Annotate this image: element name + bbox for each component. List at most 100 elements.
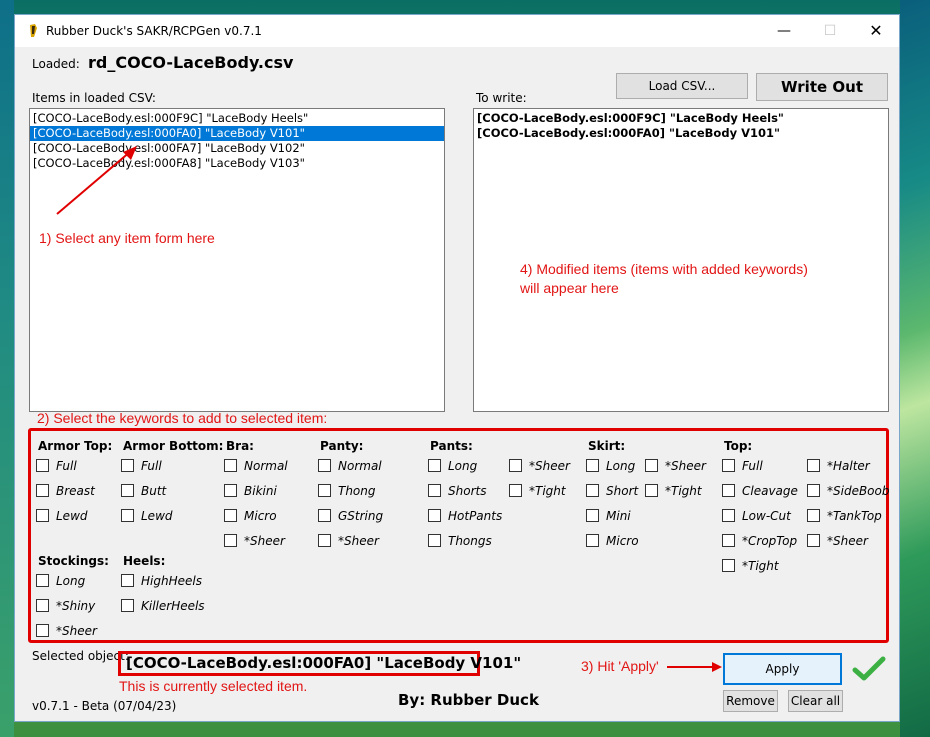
skirt-short-checkbox[interactable]: Short xyxy=(586,483,638,499)
checkbox-icon xyxy=(224,459,237,472)
skirt-tight-checkbox[interactable]: *Tight xyxy=(645,483,702,499)
checkbox-icon xyxy=(224,484,237,497)
panty-normal-checkbox[interactable]: Normal xyxy=(318,458,382,474)
annotation-arrow-right-icon xyxy=(667,662,722,672)
armor-top-lewd-checkbox[interactable]: Lewd xyxy=(36,508,88,524)
checkbox-icon xyxy=(36,574,49,587)
pants-hotpants-checkbox[interactable]: HotPants xyxy=(428,508,502,524)
top-cleavage-checkbox[interactable]: Cleavage xyxy=(722,483,798,499)
stockings-sheer-checkbox[interactable]: *Sheer xyxy=(36,623,97,639)
checkbox-icon xyxy=(586,509,599,522)
top-tanktop-checkbox[interactable]: *TankTop xyxy=(807,508,882,524)
checkbox-icon xyxy=(722,559,735,572)
checkbox-icon xyxy=(645,484,658,497)
top-halter-checkbox[interactable]: *Halter xyxy=(807,458,870,474)
stockings-label: Stockings: xyxy=(38,554,109,568)
armor-bottom-lewd-checkbox[interactable]: Lewd xyxy=(121,508,173,524)
checkbox-icon xyxy=(224,534,237,547)
checkbox-icon xyxy=(722,509,735,522)
checkbox-icon xyxy=(224,509,237,522)
skirt-sheer-checkbox[interactable]: *Sheer xyxy=(645,458,706,474)
bra-sheer-checkbox[interactable]: *Sheer xyxy=(224,533,285,549)
close-button[interactable]: ✕ xyxy=(853,15,899,47)
window-title: Rubber Duck's SAKR/RCPGen v0.7.1 xyxy=(46,24,262,38)
checkbox-icon xyxy=(586,459,599,472)
pants-label: Pants: xyxy=(430,439,473,453)
pants-shorts-checkbox[interactable]: Shorts xyxy=(428,483,486,499)
armor-bottom-butt-checkbox[interactable]: Butt xyxy=(121,483,166,499)
skirt-micro-checkbox[interactable]: Micro xyxy=(586,533,639,549)
armor-top-breast-checkbox[interactable]: Breast xyxy=(36,483,95,499)
top-full-checkbox[interactable]: Full xyxy=(722,458,763,474)
to-write-label: To write: xyxy=(476,91,527,105)
author-label: By: Rubber Duck xyxy=(398,691,539,709)
panty-thong-checkbox[interactable]: Thong xyxy=(318,483,376,499)
top-lowcut-checkbox[interactable]: Low-Cut xyxy=(722,508,791,524)
panty-sheer-checkbox[interactable]: *Sheer xyxy=(318,533,379,549)
step2-annotation: 2) Select the keywords to add to selecte… xyxy=(37,410,328,426)
checkbox-icon xyxy=(121,574,134,587)
pants-long-checkbox[interactable]: Long xyxy=(428,458,477,474)
top-tight-checkbox[interactable]: *Tight xyxy=(722,558,779,574)
top-croptop-checkbox[interactable]: *CropTop xyxy=(722,533,797,549)
pants-tight-checkbox[interactable]: *Tight xyxy=(509,483,566,499)
apply-button[interactable]: Apply xyxy=(723,653,842,685)
write-out-button[interactable]: Write Out xyxy=(756,73,888,101)
list-item[interactable]: [COCO-LaceBody.esl:000FA0] "LaceBody V10… xyxy=(474,126,888,141)
maximize-button[interactable]: ☐ xyxy=(807,15,853,47)
selected-object-value: [COCO-LaceBody.esl:000FA0] "LaceBody V10… xyxy=(118,651,521,676)
checkbox-icon xyxy=(36,509,49,522)
panty-gstring-checkbox[interactable]: GString xyxy=(318,508,383,524)
skirt-label: Skirt: xyxy=(588,439,626,453)
load-csv-button[interactable]: Load CSV... xyxy=(616,73,748,99)
list-item-selected[interactable]: [COCO-LaceBody.esl:000FA0] "LaceBody V10… xyxy=(30,126,444,141)
list-item[interactable]: [COCO-LaceBody.esl:000F9C] "LaceBody Hee… xyxy=(30,111,444,126)
step4-annotation-line1: 4) Modified items (items with added keyw… xyxy=(520,261,808,277)
pants-sheer-checkbox[interactable]: *Sheer xyxy=(509,458,570,474)
checkbox-icon xyxy=(121,509,134,522)
heels-label: Heels: xyxy=(123,554,166,568)
keywords-group-box: Armor Top: Full Breast Lewd Armor Bottom… xyxy=(28,428,889,643)
bra-micro-checkbox[interactable]: Micro xyxy=(224,508,277,524)
checkbox-icon xyxy=(121,484,134,497)
checkbox-icon xyxy=(509,484,522,497)
bra-normal-checkbox[interactable]: Normal xyxy=(224,458,288,474)
checkbox-icon xyxy=(722,534,735,547)
heels-highheels-checkbox[interactable]: HighHeels xyxy=(121,573,202,589)
step1-annotation: 1) Select any item form here xyxy=(39,230,215,246)
armor-bottom-label: Armor Bottom: xyxy=(123,439,224,453)
checkbox-icon xyxy=(36,599,49,612)
armor-top-full-checkbox[interactable]: Full xyxy=(36,458,77,474)
heels-killerheels-checkbox[interactable]: KillerHeels xyxy=(121,598,205,614)
checkbox-icon xyxy=(586,484,599,497)
title-bar[interactable]: Rubber Duck's SAKR/RCPGen v0.7.1 — ☐ ✕ xyxy=(15,15,899,47)
app-window: Rubber Duck's SAKR/RCPGen v0.7.1 — ☐ ✕ L… xyxy=(14,14,900,722)
checkbox-icon xyxy=(428,459,441,472)
version-label: v0.7.1 - Beta (07/04/23) xyxy=(32,699,177,713)
to-write-listbox[interactable]: [COCO-LaceBody.esl:000F9C] "LaceBody Hee… xyxy=(473,108,889,412)
step3-annotation: 3) Hit 'Apply' xyxy=(581,658,659,674)
checkbox-icon xyxy=(509,459,522,472)
desktop-background-left xyxy=(0,0,14,737)
checkbox-icon xyxy=(722,484,735,497)
stockings-long-checkbox[interactable]: Long xyxy=(36,573,85,589)
armor-bottom-full-checkbox[interactable]: Full xyxy=(121,458,162,474)
skirt-long-checkbox[interactable]: Long xyxy=(586,458,635,474)
checkbox-icon xyxy=(722,459,735,472)
step4-annotation-line2: will appear here xyxy=(520,280,619,296)
bra-bikini-checkbox[interactable]: Bikini xyxy=(224,483,277,499)
checkbox-icon xyxy=(36,624,49,637)
annotation-arrow-icon xyxy=(56,146,137,215)
bra-label: Bra: xyxy=(226,439,254,453)
top-sheer-checkbox[interactable]: *Sheer xyxy=(807,533,868,549)
list-item[interactable]: [COCO-LaceBody.esl:000F9C] "LaceBody Hee… xyxy=(474,111,888,126)
top-sideboob-checkbox[interactable]: *SideBoob xyxy=(807,483,889,499)
selected-object-label: Selected object: xyxy=(32,649,129,663)
clear-all-button[interactable]: Clear all xyxy=(788,690,843,712)
stockings-shiny-checkbox[interactable]: *Shiny xyxy=(36,598,95,614)
pants-thongs-checkbox[interactable]: Thongs xyxy=(428,533,492,549)
remove-button[interactable]: Remove xyxy=(723,690,778,712)
skirt-mini-checkbox[interactable]: Mini xyxy=(586,508,631,524)
minimize-button[interactable]: — xyxy=(761,15,807,47)
loaded-filename: rd_COCO-LaceBody.csv xyxy=(88,53,294,72)
